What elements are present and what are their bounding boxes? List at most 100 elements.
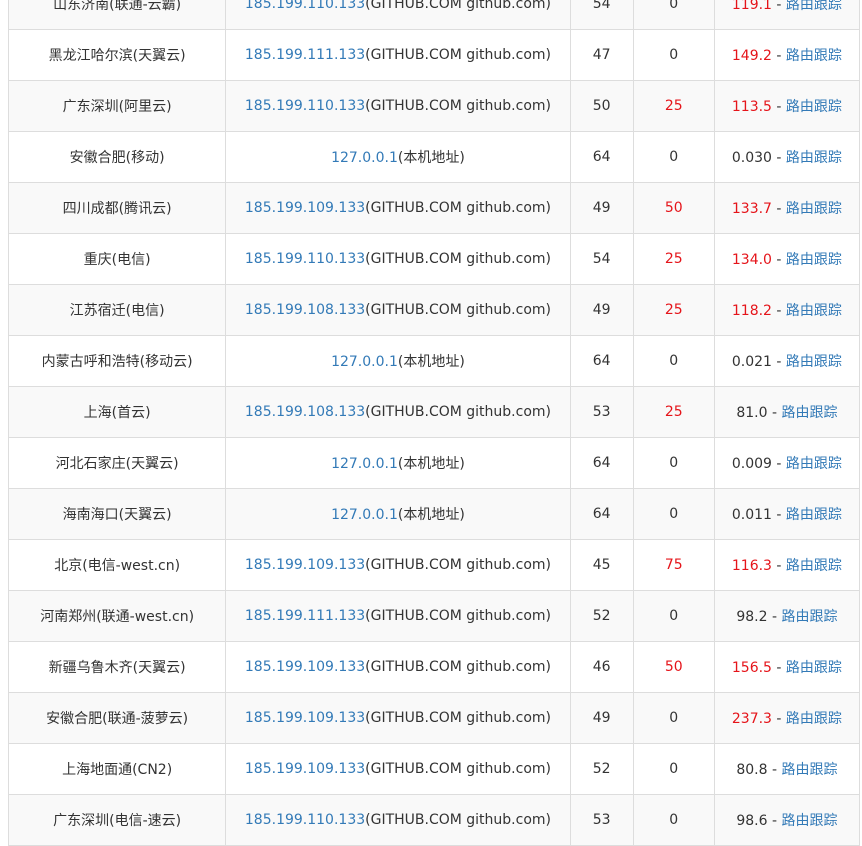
location-cell: 山东济南(联通-云霸) bbox=[7, 0, 227, 30]
location-cell: 上海地面通(CN2) bbox=[7, 743, 227, 795]
location-cell: 广东深圳(电信-速云) bbox=[7, 794, 227, 846]
route-trace-link[interactable]: 路由跟踪 bbox=[786, 507, 842, 523]
ip-cell: 127.0.0.1(本机地址) bbox=[225, 488, 571, 540]
location-cell: 广东深圳(阿里云) bbox=[7, 80, 227, 132]
ip-link[interactable]: 185.199.108.133 bbox=[245, 302, 365, 318]
time-cell: 98.2 - 路由跟踪 bbox=[713, 590, 861, 642]
route-trace-link[interactable]: 路由跟踪 bbox=[781, 762, 837, 778]
ttl-cell: 45 bbox=[569, 539, 634, 591]
time-cell: 81.0 - 路由跟踪 bbox=[713, 386, 861, 438]
host-label: (GITHUB.COM github.com) bbox=[365, 0, 551, 12]
ip-link[interactable]: 185.199.110.133 bbox=[245, 0, 365, 12]
separator: - bbox=[771, 0, 786, 13]
loss-cell: 25 bbox=[632, 386, 715, 438]
time-value: 237.3 bbox=[731, 711, 772, 727]
host-label: (本机地址) bbox=[397, 507, 465, 523]
host-label: (本机地址) bbox=[397, 456, 465, 472]
table-row: 重庆(电信) 185.199.110.133(GITHUB.COM github.… bbox=[7, 233, 861, 285]
host-label: (GITHUB.COM github.com) bbox=[365, 557, 551, 573]
ttl-cell: 54 bbox=[569, 0, 634, 30]
ip-link[interactable]: 185.199.111.133 bbox=[245, 47, 365, 63]
loss-cell: 0 bbox=[632, 29, 715, 81]
separator: - bbox=[771, 201, 786, 217]
ip-cell: 127.0.0.1(本机地址) bbox=[225, 131, 571, 183]
host-label: (GITHUB.COM github.com) bbox=[365, 659, 551, 675]
separator: - bbox=[771, 456, 786, 472]
location-cell: 黑龙江哈尔滨(天翼云) bbox=[7, 29, 227, 81]
time-cell: 119.1 - 路由跟踪 bbox=[713, 0, 861, 30]
ip-link[interactable]: 185.199.109.133 bbox=[245, 200, 365, 216]
ip-link[interactable]: 185.199.110.133 bbox=[245, 812, 365, 828]
route-trace-link[interactable]: 路由跟踪 bbox=[781, 813, 837, 829]
ip-link[interactable]: 185.199.109.133 bbox=[245, 659, 365, 675]
separator: - bbox=[767, 762, 782, 778]
ip-link[interactable]: 185.199.109.133 bbox=[245, 557, 365, 573]
host-label: (本机地址) bbox=[397, 354, 465, 370]
ip-cell: 185.199.110.133(GITHUB.COM github.com) bbox=[225, 80, 571, 132]
location-cell: 河南郑州(联通-west.cn) bbox=[7, 590, 227, 642]
time-value: 81.0 bbox=[736, 405, 768, 421]
ip-cell: 185.199.108.133(GITHUB.COM github.com) bbox=[225, 284, 571, 336]
time-value: 134.0 bbox=[731, 252, 772, 268]
ip-cell: 185.199.111.133(GITHUB.COM github.com) bbox=[225, 590, 571, 642]
ttl-cell: 53 bbox=[569, 794, 634, 846]
table-row: 安徽合肥(联通-菠萝云) 185.199.109.133(GITHUB.COM g… bbox=[7, 692, 861, 744]
loss-cell: 0 bbox=[632, 590, 715, 642]
separator: - bbox=[771, 150, 786, 166]
loss-cell: 50 bbox=[632, 641, 715, 693]
ip-link[interactable]: 185.199.109.133 bbox=[245, 710, 365, 726]
loss-cell: 0 bbox=[632, 0, 715, 30]
location-cell: 江苏宿迁(电信) bbox=[7, 284, 227, 336]
ip-link[interactable]: 127.0.0.1 bbox=[331, 150, 398, 166]
ip-link[interactable]: 127.0.0.1 bbox=[331, 507, 398, 523]
table-row: 河南郑州(联通-west.cn) 185.199.111.133(GITHUB.C… bbox=[7, 590, 861, 642]
time-cell: 113.5 - 路由跟踪 bbox=[713, 80, 861, 132]
route-trace-link[interactable]: 路由跟踪 bbox=[786, 354, 842, 370]
ip-link[interactable]: 127.0.0.1 bbox=[331, 354, 398, 370]
time-value: 98.2 bbox=[736, 609, 768, 625]
location-cell: 内蒙古呼和浩特(移动云) bbox=[7, 335, 227, 387]
table-row: 河北石家庄(天翼云) 127.0.0.1(本机地址) 64 0 0.009 - 路由跟踪 bbox=[7, 437, 861, 489]
route-trace-link[interactable]: 路由跟踪 bbox=[786, 48, 842, 64]
route-trace-link[interactable]: 路由跟踪 bbox=[786, 303, 842, 319]
route-trace-link[interactable]: 路由跟踪 bbox=[781, 405, 837, 421]
time-value: 0.009 bbox=[731, 456, 772, 472]
loss-cell: 25 bbox=[632, 80, 715, 132]
time-cell: 0.021 - 路由跟踪 bbox=[713, 335, 861, 387]
route-trace-link[interactable]: 路由跟踪 bbox=[786, 252, 842, 268]
loss-cell: 25 bbox=[632, 284, 715, 336]
ip-link[interactable]: 185.199.111.133 bbox=[245, 608, 365, 624]
location-cell: 上海(首云) bbox=[7, 386, 227, 438]
route-trace-link[interactable]: 路由跟踪 bbox=[786, 558, 842, 574]
loss-cell: 0 bbox=[632, 335, 715, 387]
table-row: 广东深圳(电信-速云) 185.199.110.133(GITHUB.COM gi… bbox=[7, 794, 861, 846]
route-trace-link[interactable]: 路由跟踪 bbox=[786, 711, 842, 727]
route-trace-link[interactable]: 路由跟踪 bbox=[786, 201, 842, 217]
ip-link[interactable]: 127.0.0.1 bbox=[331, 456, 398, 472]
ttl-cell: 52 bbox=[569, 590, 634, 642]
ip-cell: 185.199.109.133(GITHUB.COM github.com) bbox=[225, 743, 571, 795]
location-cell: 四川成都(腾讯云) bbox=[7, 182, 227, 234]
loss-cell: 0 bbox=[632, 131, 715, 183]
time-cell: 134.0 - 路由跟踪 bbox=[713, 233, 861, 285]
route-trace-link[interactable]: 路由跟踪 bbox=[786, 0, 842, 13]
location-cell: 重庆(电信) bbox=[7, 233, 227, 285]
route-trace-link[interactable]: 路由跟踪 bbox=[786, 150, 842, 166]
table-row: 江苏宿迁(电信) 185.199.108.133(GITHUB.COM githu… bbox=[7, 284, 861, 336]
route-trace-link[interactable]: 路由跟踪 bbox=[781, 609, 837, 625]
route-trace-link[interactable]: 路由跟踪 bbox=[786, 99, 842, 115]
ip-link[interactable]: 185.199.110.133 bbox=[245, 251, 365, 267]
location-cell: 新疆乌鲁木齐(天翼云) bbox=[7, 641, 227, 693]
loss-cell: 50 bbox=[632, 182, 715, 234]
route-trace-link[interactable]: 路由跟踪 bbox=[786, 456, 842, 472]
time-value: 80.8 bbox=[736, 762, 768, 778]
time-cell: 237.3 - 路由跟踪 bbox=[713, 692, 861, 744]
ip-cell: 127.0.0.1(本机地址) bbox=[225, 335, 571, 387]
route-trace-link[interactable]: 路由跟踪 bbox=[786, 660, 842, 676]
separator: - bbox=[771, 558, 786, 574]
ip-link[interactable]: 185.199.108.133 bbox=[245, 404, 365, 420]
ip-link[interactable]: 185.199.109.133 bbox=[245, 761, 365, 777]
ip-link[interactable]: 185.199.110.133 bbox=[245, 98, 365, 114]
time-value: 116.3 bbox=[731, 558, 772, 574]
separator: - bbox=[771, 48, 786, 64]
